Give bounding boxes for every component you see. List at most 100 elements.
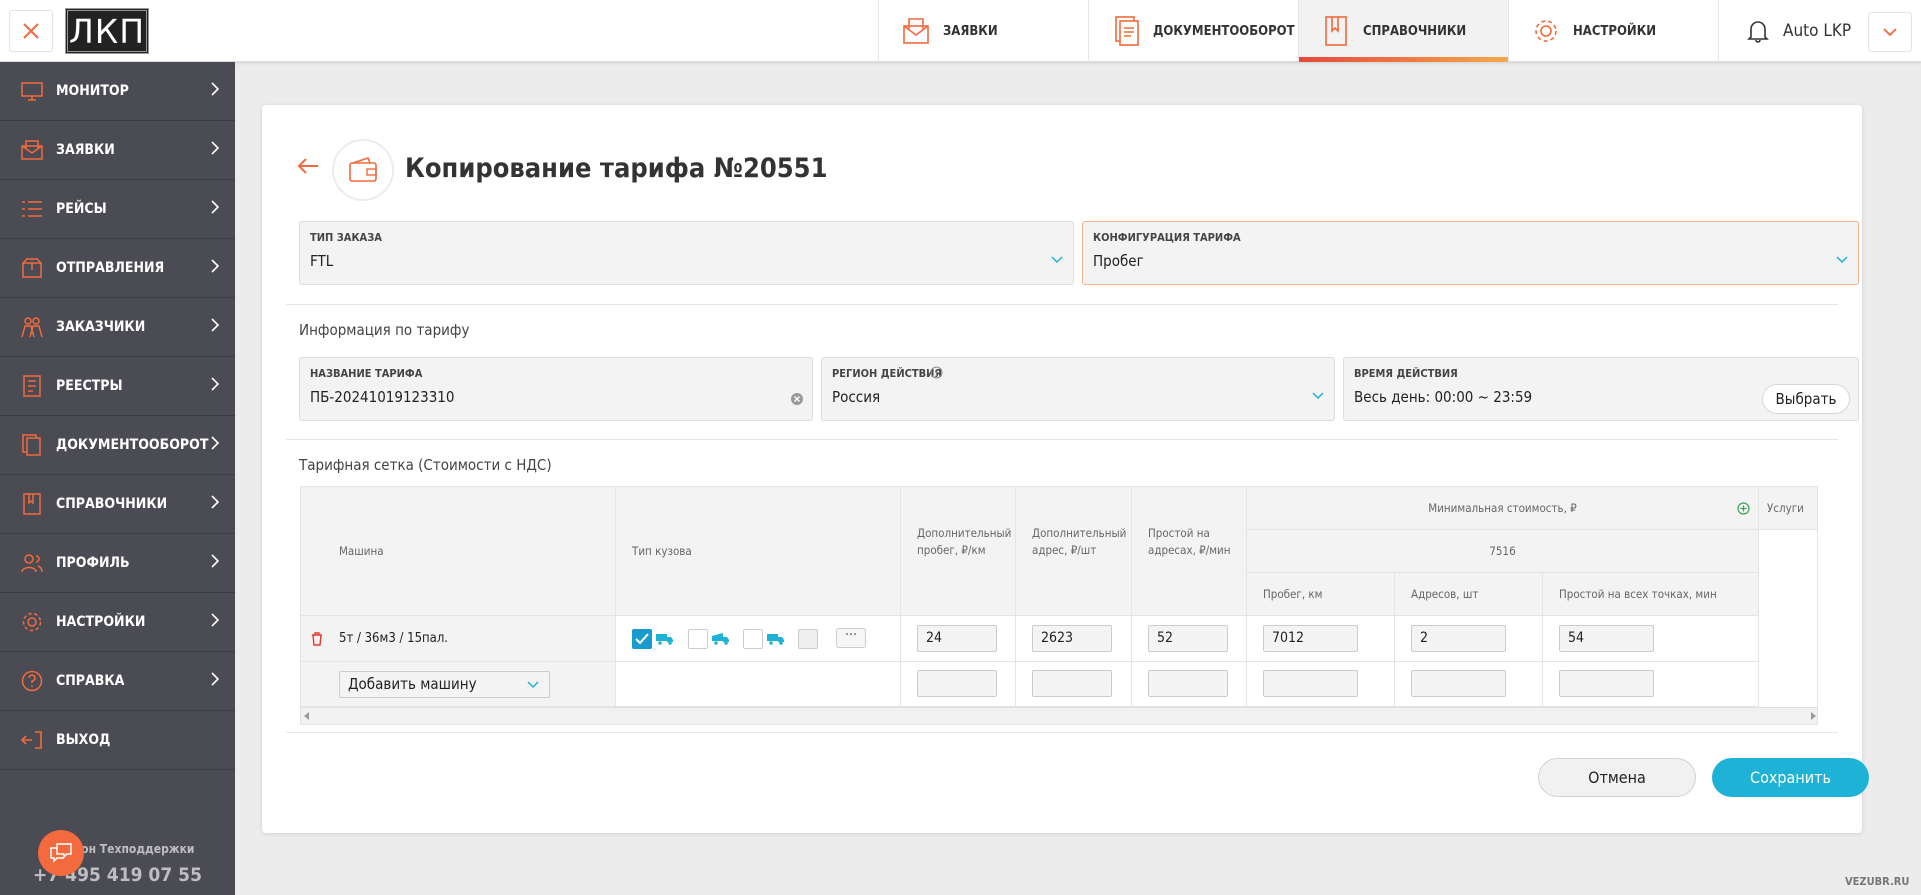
body-type-checkbox[interactable] — [798, 629, 818, 649]
field-value: ПБ-20241019123310 — [310, 388, 455, 406]
user-name: Auto LKP — [1783, 21, 1852, 41]
scroll-right-icon[interactable] — [1810, 712, 1816, 720]
documents-icon — [20, 433, 44, 457]
sidebar-item-label: ЗАЯВКИ — [56, 142, 115, 158]
tariff-config-select[interactable]: КОНФИГУРАЦИЯ ТАРИФА Пробег — [1082, 221, 1859, 285]
customers-icon — [20, 315, 44, 339]
sidebar-item-logout[interactable]: ВЫХОД — [0, 711, 235, 770]
watermark: VEZUBR.RU — [1845, 875, 1910, 888]
tariff-card: Копирование тарифа №20551 ТИП ЗАКАЗА FTL… — [262, 105, 1869, 833]
tab-label: СПРАВОЧНИКИ — [1363, 23, 1467, 39]
sidebar-item-documents[interactable]: ДОКУМЕНТООБОРОТ — [0, 416, 235, 475]
sidebar-item-monitor[interactable]: МОНИТОР — [0, 62, 235, 121]
sidebar-item-envelope[interactable]: ЗАЯВКИ — [0, 121, 235, 180]
extra-addr-input[interactable]: 2623 — [1032, 625, 1112, 652]
extra-addr-input-empty[interactable] — [1032, 670, 1112, 697]
sidebar-item-list[interactable]: РЕЙСЫ — [0, 180, 235, 239]
more-button[interactable]: ··· — [836, 628, 866, 648]
sidebar-item-registry[interactable]: РЕЕСТРЫ — [0, 357, 235, 416]
mileage-input-empty[interactable] — [1263, 670, 1358, 697]
col-header-services: Услуги — [1759, 487, 1818, 530]
sidebar-item-help[interactable]: СПРАВКА — [0, 652, 235, 711]
field-value: Весь день: 00:00 ~ 23:59 — [1354, 388, 1533, 406]
horizontal-scrollbar[interactable] — [301, 707, 1817, 724]
close-menu-button[interactable] — [9, 10, 53, 52]
sidebar-item-book[interactable]: СПРАВОЧНИКИ — [0, 475, 235, 534]
region-select[interactable]: РЕГИОН ДЕЙСТВИЯ Россия — [821, 357, 1335, 421]
sidebar-item-gear[interactable]: НАСТРОЙКИ — [0, 593, 235, 652]
cancel-button[interactable]: Отмена — [1538, 758, 1696, 797]
idle-all-input-empty[interactable] — [1559, 670, 1654, 697]
chevron-right-icon — [211, 554, 220, 572]
user-dropdown-button[interactable] — [1868, 12, 1912, 52]
idle-input[interactable]: 52 — [1148, 625, 1228, 652]
extra-km-input-empty[interactable] — [917, 670, 997, 697]
bell-icon[interactable] — [1747, 19, 1769, 43]
body-type-checkbox[interactable] — [743, 629, 763, 649]
divider — [286, 439, 1838, 440]
trash-icon[interactable] — [311, 632, 323, 646]
chat-button[interactable] — [38, 830, 84, 876]
addresses-cell: 2 — [1395, 616, 1543, 662]
support-block: Телефон Техподдержки +7 495 419 07 55 — [0, 842, 235, 886]
tab-documents[interactable]: ДОКУМЕНТООБОРОТ — [1088, 0, 1298, 62]
col-header-extra-km: Дополнительный пробег, ₽/км — [901, 487, 1016, 616]
chevron-right-icon — [211, 672, 220, 690]
addresses-input-empty[interactable] — [1411, 670, 1506, 697]
clear-icon[interactable] — [790, 392, 804, 406]
field-value: FTL — [310, 252, 334, 270]
extra-km-input[interactable]: 24 — [917, 625, 997, 652]
tab-label: ЗАЯВКИ — [943, 23, 998, 39]
chevron-right-icon — [211, 141, 220, 159]
chevron-right-icon — [211, 200, 220, 218]
scroll-left-icon[interactable] — [304, 712, 310, 720]
col-header-idle: Простой на адресах, ₽/мин — [1132, 487, 1247, 616]
support-phone[interactable]: +7 495 419 07 55 — [0, 864, 235, 886]
monitor-icon — [20, 79, 44, 103]
user-menu[interactable]: Auto LKP — [1718, 0, 1921, 62]
box-icon — [20, 256, 44, 280]
body-type-checkbox[interactable] — [632, 629, 652, 649]
van-truck-icon — [767, 634, 784, 645]
back-button[interactable] — [296, 157, 320, 179]
help-icon — [20, 669, 44, 693]
tab-label: ДОКУМЕНТООБОРОТ — [1153, 23, 1295, 39]
mileage-input[interactable]: 7012 — [1263, 625, 1358, 652]
field-label: КОНФИГУРАЦИЯ ТАРИФА — [1093, 231, 1241, 244]
profile-icon — [20, 551, 44, 575]
add-circle-icon[interactable] — [1737, 502, 1750, 515]
body-type-checkbox[interactable] — [688, 629, 708, 649]
add-circle-icon[interactable] — [1817, 502, 1818, 515]
time-field: ВРЕМЯ ДЕЙСТВИЯ Весь день: 00:00 ~ 23:59 … — [1343, 357, 1859, 421]
table-row-car: 5т / 36м3 / 15пал. — [301, 616, 616, 662]
addresses-input[interactable]: 2 — [1411, 625, 1506, 652]
col-header-body: Тип кузова — [616, 487, 901, 616]
empty-cell — [901, 662, 1016, 707]
tab-references[interactable]: СПРАВОЧНИКИ — [1298, 0, 1508, 62]
chevron-down-icon — [1883, 27, 1897, 36]
envelope-icon — [901, 15, 931, 47]
field-value: Россия — [832, 388, 881, 406]
logo[interactable]: ЛКП — [65, 8, 149, 54]
sidebar-item-profile[interactable]: ПРОФИЛЬ — [0, 534, 235, 593]
add-car-select[interactable]: Добавить машину — [339, 671, 550, 698]
envelope-icon — [20, 138, 44, 162]
tariff-name-input[interactable]: НАЗВАНИЕ ТАРИФА ПБ-20241019123310 — [299, 357, 813, 421]
tab-settings[interactable]: НАСТРОЙКИ — [1508, 0, 1718, 62]
chevron-right-icon — [211, 318, 220, 336]
idle-all-input[interactable]: 54 — [1559, 625, 1654, 652]
info-icon[interactable] — [930, 366, 943, 379]
save-button[interactable]: Сохранить — [1712, 758, 1869, 797]
grid-section-title: Тарифная сетка (Стоимости с НДС) — [299, 456, 552, 474]
sidebar-item-customers[interactable]: ЗАКАЗЧИКИ — [0, 298, 235, 357]
sidebar-item-label: РЕЕСТРЫ — [56, 378, 123, 394]
sidebar-item-label: МОНИТОР — [56, 83, 129, 99]
tab-zayavki[interactable]: ЗАЯВКИ — [878, 0, 1088, 62]
registry-icon — [20, 374, 44, 398]
choose-time-button[interactable]: Выбрать — [1762, 384, 1850, 414]
order-type-select[interactable]: ТИП ЗАКАЗА FTL — [299, 221, 1074, 285]
gear-icon — [20, 610, 44, 634]
idle-input-empty[interactable] — [1148, 670, 1228, 697]
sidebar-item-label: СПРАВОЧНИКИ — [56, 496, 168, 512]
sidebar-item-box[interactable]: ОТПРАВЛЕНИЯ — [0, 239, 235, 298]
